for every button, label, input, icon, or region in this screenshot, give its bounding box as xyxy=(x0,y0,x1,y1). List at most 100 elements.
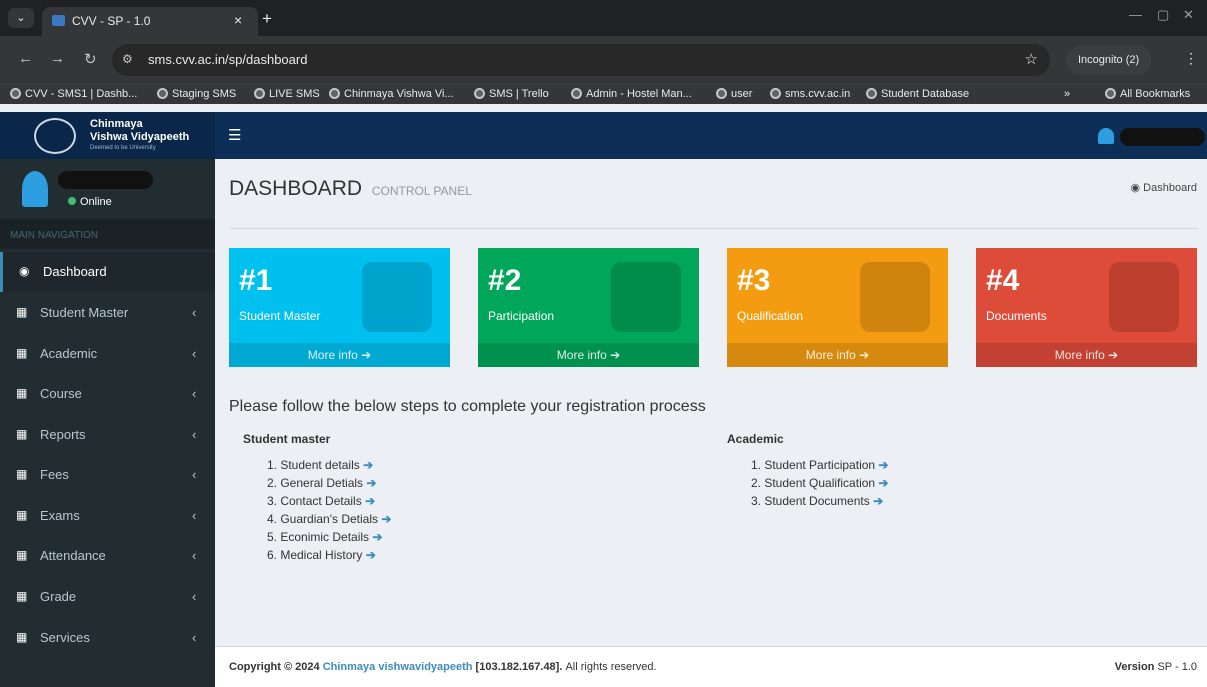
copyright: Copyright © 2024 Chinmaya vishwavidyapee… xyxy=(229,661,657,673)
step-link[interactable]: 3. Contact Details ➔ xyxy=(267,494,375,508)
grid-icon: ▦ xyxy=(16,467,28,481)
logo-line1: Chinmaya xyxy=(90,118,143,130)
browser-tab[interactable]: CVV - SP - 1.0 × xyxy=(42,7,258,36)
logo[interactable]: Chinmaya Vishwa Vidyapeeth Deemed to be … xyxy=(0,112,215,159)
chevron-left-icon: ‹ xyxy=(192,548,197,563)
step-link[interactable]: 5. Econimic Details ➔ xyxy=(267,530,382,544)
bookmark-item[interactable]: SMS | Trello xyxy=(474,88,549,100)
grid-icon: ▦ xyxy=(16,346,28,360)
dashboard-icon: ◉ xyxy=(19,264,30,278)
chevron-left-icon: ‹ xyxy=(192,386,197,401)
bookmark-item[interactable]: Student Database xyxy=(866,88,969,100)
minimize-icon[interactable]: — xyxy=(1129,7,1142,22)
breadcrumb[interactable]: ◉ Dashboard xyxy=(1131,181,1198,194)
globe-icon xyxy=(10,88,21,99)
divider xyxy=(229,228,1197,229)
bookmark-item[interactable]: CVV - SMS1 | Dashb... xyxy=(10,88,137,100)
step-link[interactable]: 2. Student Qualification ➔ xyxy=(751,476,888,490)
user-icon[interactable] xyxy=(1098,128,1114,144)
globe-icon xyxy=(716,88,727,99)
favicon-icon xyxy=(52,15,65,26)
grid-icon: ▦ xyxy=(16,427,28,441)
bookmark-item[interactable]: sms.cvv.ac.in xyxy=(770,88,850,100)
more-info-link[interactable]: More info ➔ xyxy=(976,343,1197,367)
small-box-qualification: #3 Qualification More info ➔ xyxy=(727,248,948,367)
briefcase-icon xyxy=(1109,262,1179,332)
more-info-link[interactable]: More info ➔ xyxy=(229,343,450,367)
chevron-left-icon: ‹ xyxy=(192,305,197,320)
sidebar: Online MAIN NAVIGATION ◉ Dashboard ▦ Stu… xyxy=(0,159,215,687)
address-bar[interactable]: ⚙ sms.cvv.ac.in/sp/dashboard ☆ xyxy=(112,44,1050,76)
close-window-icon[interactable]: ✕ xyxy=(1183,7,1194,23)
sidebar-item-grade[interactable]: ▦ Grade ‹ xyxy=(0,577,215,617)
medal-icon xyxy=(860,262,930,332)
browser-menu-icon[interactable]: ⋮ xyxy=(1184,50,1198,67)
user-name-redacted[interactable] xyxy=(1120,128,1205,146)
sidebar-item-academic[interactable]: ▦ Academic ‹ xyxy=(0,334,215,374)
arrow-circle-right-icon: ➔ xyxy=(365,548,376,562)
arrow-circle-right-icon: ➔ xyxy=(878,458,889,472)
tab-close-icon[interactable]: × xyxy=(234,12,242,28)
globe-icon xyxy=(770,88,781,99)
grid-icon: ▦ xyxy=(16,548,28,562)
more-info-link[interactable]: More info ➔ xyxy=(727,343,948,367)
bookmark-item[interactable]: Staging SMS xyxy=(157,88,236,100)
step-link[interactable]: 2. General Detials ➔ xyxy=(267,476,376,490)
logo-line2: Vishwa Vidyapeeth xyxy=(90,131,190,143)
sidebar-item-student-master[interactable]: ▦ Student Master ‹ xyxy=(0,293,215,333)
arrow-circle-right-icon: ➔ xyxy=(878,476,889,490)
chevron-left-icon: ‹ xyxy=(192,589,197,604)
sidebar-item-course[interactable]: ▦ Course ‹ xyxy=(0,374,215,414)
sidebar-item-dashboard[interactable]: ◉ Dashboard xyxy=(0,252,215,292)
site-info-icon[interactable]: ⚙ xyxy=(122,52,133,66)
student-master-heading: Student master xyxy=(243,432,331,446)
trophy-icon xyxy=(611,262,681,332)
bookmark-item[interactable]: user xyxy=(716,88,752,100)
step-link[interactable]: 3. Student Documents ➔ xyxy=(751,494,883,508)
step-link[interactable]: 4. Guardian's Detials ➔ xyxy=(267,512,391,526)
bookmark-item[interactable]: Chinmaya Vishwa Vi... xyxy=(329,88,454,100)
user-silhouette-icon xyxy=(362,262,432,332)
grid-icon: ▦ xyxy=(16,589,28,603)
sidebar-item-fees[interactable]: ▦ Fees ‹ xyxy=(0,455,215,495)
chevron-left-icon: ‹ xyxy=(192,467,197,482)
step-link[interactable]: 1. Student details ➔ xyxy=(267,458,373,472)
bookmark-item[interactable]: Admin - Hostel Man... xyxy=(571,88,692,100)
incognito-badge[interactable]: Incognito (2) xyxy=(1066,45,1152,75)
bookmark-item[interactable]: LIVE SMS xyxy=(254,88,320,100)
grid-icon: ▦ xyxy=(16,630,28,644)
step-link[interactable]: 1. Student Participation ➔ xyxy=(751,458,888,472)
sidebar-item-exams[interactable]: ▦ Exams ‹ xyxy=(0,496,215,536)
globe-icon xyxy=(157,88,168,99)
url-text[interactable]: sms.cvv.ac.in/sp/dashboard xyxy=(148,52,307,67)
chevron-left-icon: ‹ xyxy=(192,427,197,442)
page-title: DASHBOARD CONTROL PANEL xyxy=(229,177,472,200)
online-status: Online xyxy=(68,196,112,208)
more-info-link[interactable]: More info ➔ xyxy=(478,343,699,367)
reload-icon[interactable]: ↻ xyxy=(84,50,97,68)
trello-icon xyxy=(474,88,485,99)
browser-toolbar: ← → ↻ ⚙ sms.cvv.ac.in/sp/dashboard ☆ Inc… xyxy=(0,36,1207,84)
sidebar-item-reports[interactable]: ▦ Reports ‹ xyxy=(0,415,215,455)
sidebar-item-attendance[interactable]: ▦ Attendance ‹ xyxy=(0,536,215,576)
step-link[interactable]: 6. Medical History ➔ xyxy=(267,548,376,562)
maximize-icon[interactable]: ▢ xyxy=(1157,7,1169,23)
logo-line3: Deemed to be University xyxy=(90,145,156,151)
forward-icon[interactable]: → xyxy=(50,50,65,67)
back-icon[interactable]: ← xyxy=(18,50,33,67)
sidebar-toggle-icon[interactable]: ☰ xyxy=(228,126,241,144)
globe-icon xyxy=(866,88,877,99)
all-bookmarks[interactable]: All Bookmarks xyxy=(1105,88,1190,100)
org-link[interactable]: Chinmaya vishwavidyapeeth xyxy=(323,661,473,673)
chevron-left-icon: ‹ xyxy=(192,630,197,645)
new-tab-button[interactable]: + xyxy=(262,9,272,29)
grid-icon: ▦ xyxy=(16,305,28,319)
arrow-circle-right-icon: ➔ xyxy=(365,494,376,508)
more-bookmarks-icon[interactable]: » xyxy=(1064,88,1070,100)
small-box-documents: #4 Documents More info ➔ xyxy=(976,248,1197,367)
bookmark-star-icon[interactable]: ☆ xyxy=(1025,50,1038,68)
chevron-left-icon: ‹ xyxy=(192,346,197,361)
tab-search-button[interactable]: ⌄ xyxy=(8,8,34,28)
sidebar-item-services[interactable]: ▦ Services ‹ xyxy=(0,618,215,658)
grid-icon: ▦ xyxy=(16,386,28,400)
